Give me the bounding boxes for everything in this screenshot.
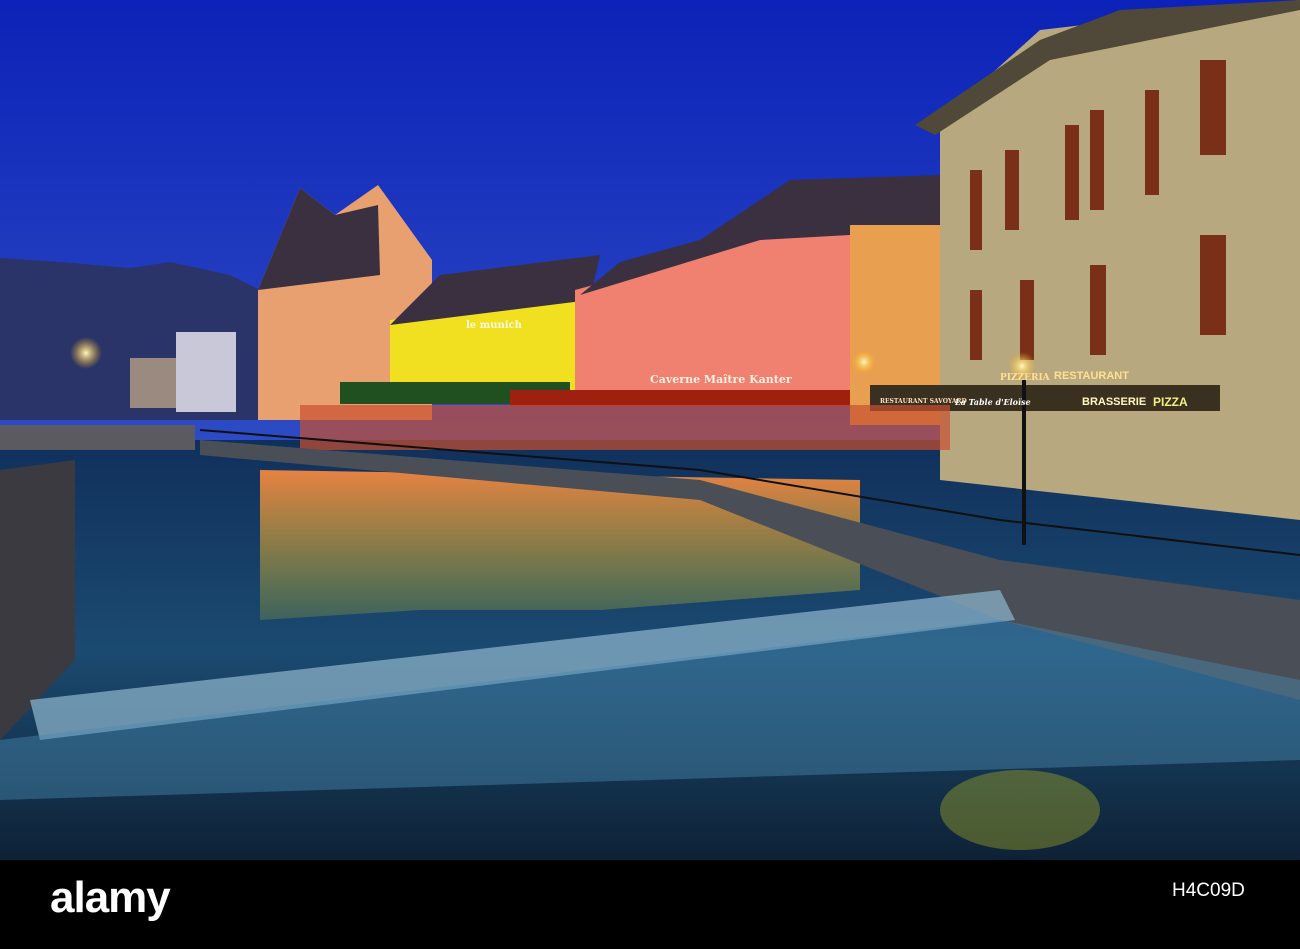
sign-brasserie: BRASSERIE (1082, 396, 1147, 408)
sign-pizzeria: PIZZERIA (1000, 373, 1050, 383)
terrace-lights (300, 405, 950, 450)
alamy-logo: alamy (50, 873, 171, 922)
image-id: H4C09D (1172, 880, 1245, 901)
footer-bar (0, 860, 1300, 949)
bridge (0, 425, 195, 450)
sign-la-table: La Table d'Eloïse (955, 397, 1031, 407)
annecy-canal-night-photo (0, 0, 1300, 860)
sign-restaurant-savoyard: RESTAURANT SAVOYARD (880, 398, 967, 405)
sign-restaurant: RESTAURANT (1054, 370, 1129, 382)
street-lamp (852, 350, 876, 374)
street-lamp (70, 337, 102, 369)
yellow-reflection (940, 770, 1100, 850)
awning-caverne (510, 390, 850, 406)
sign-pizza: PIZZA (1153, 395, 1188, 409)
stock-photo: le munich Caverne Maître Kanter PIZZERIA… (0, 0, 1300, 949)
sign-caverne: Caverne Maître Kanter (650, 373, 792, 386)
sign-le-munich: le munich (466, 320, 522, 331)
building-white (176, 332, 236, 412)
building-far-left (130, 358, 176, 408)
